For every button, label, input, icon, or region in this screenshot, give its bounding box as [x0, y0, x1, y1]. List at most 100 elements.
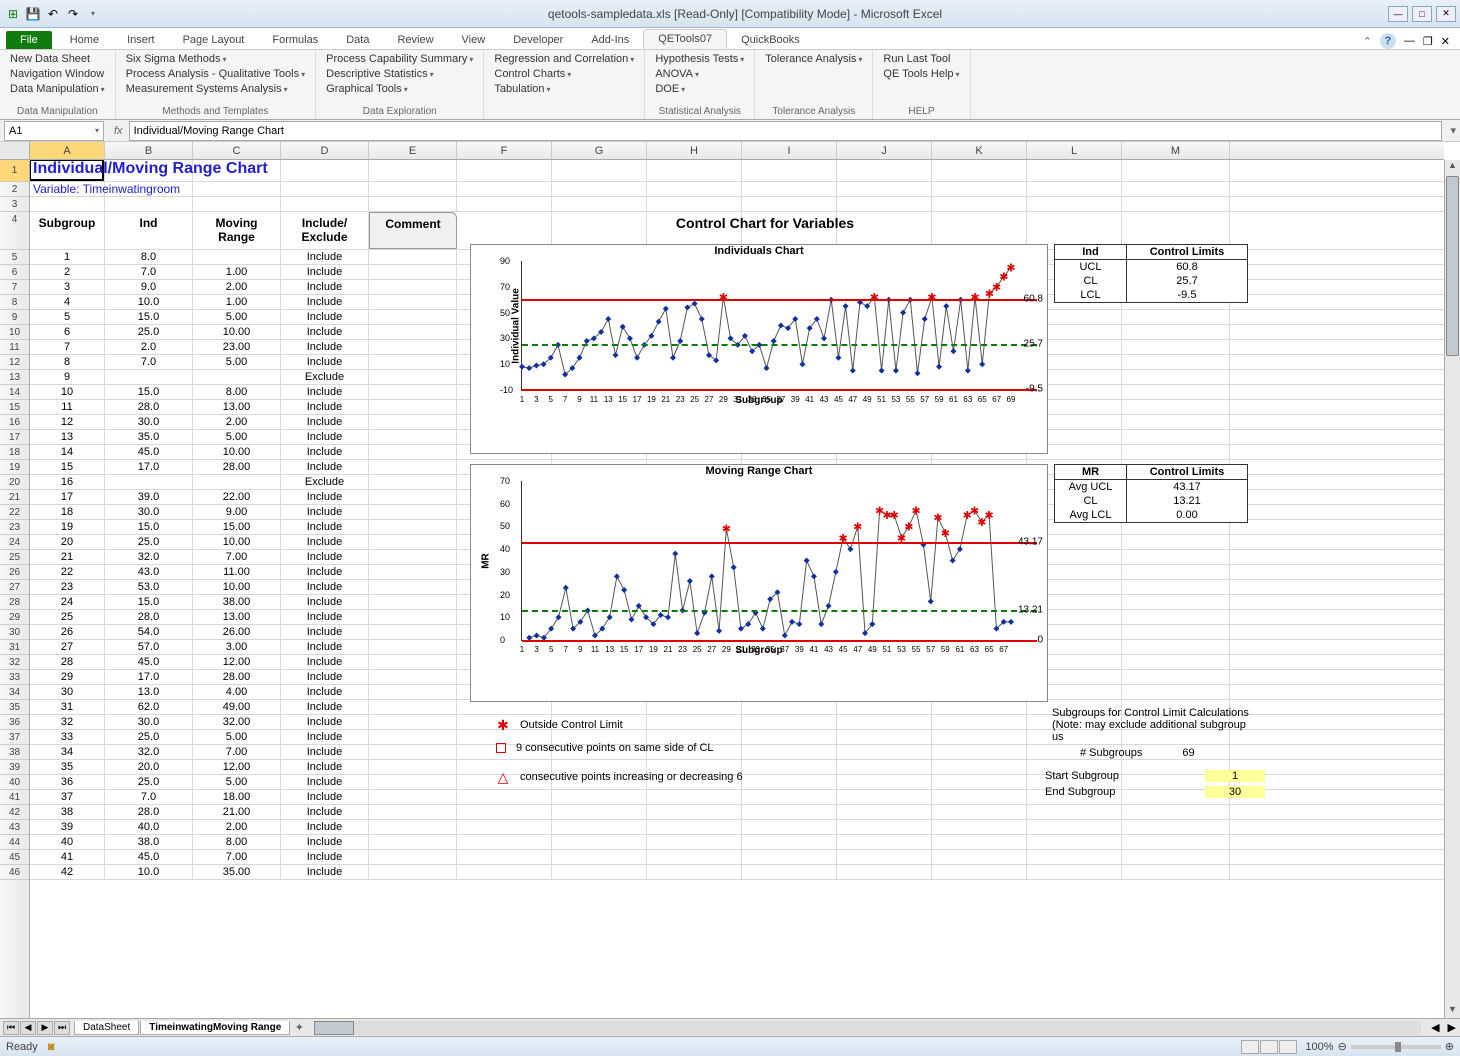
col-header-C[interactable]: C	[193, 142, 281, 159]
cell[interactable]: 5.00	[193, 355, 281, 369]
cell[interactable]: 35.00	[193, 865, 281, 879]
cell[interactable]: 31	[30, 700, 105, 714]
cell[interactable]	[1122, 805, 1230, 819]
row-header-12[interactable]: 12	[0, 355, 29, 370]
cell[interactable]: 39.0	[105, 490, 193, 504]
cell[interactable]: Include	[281, 295, 369, 309]
cell[interactable]: Include	[281, 835, 369, 849]
cell[interactable]: 38	[30, 805, 105, 819]
ribbon-tab-page-layout[interactable]: Page Layout	[169, 31, 259, 49]
cell[interactable]	[369, 535, 457, 549]
cell[interactable]: 28.00	[193, 460, 281, 474]
cell[interactable]: 30	[30, 685, 105, 699]
ribbon-item-hypothesis-tests[interactable]: Hypothesis Tests▾	[653, 52, 746, 66]
sheet-tab-datasheet[interactable]: DataSheet	[74, 1021, 139, 1035]
end-subgroup-value[interactable]: 30	[1205, 786, 1265, 798]
row-header-23[interactable]: 23	[0, 520, 29, 535]
close-button[interactable]: ✕	[1436, 6, 1456, 22]
cell[interactable]: 32	[30, 715, 105, 729]
cell[interactable]: 43.0	[105, 565, 193, 579]
cell[interactable]: 32.0	[105, 745, 193, 759]
cell[interactable]: 7.0	[105, 265, 193, 279]
cell[interactable]: 7.00	[193, 745, 281, 759]
cell[interactable]	[369, 565, 457, 579]
cell[interactable]: 33	[30, 730, 105, 744]
page-break-view-icon[interactable]	[1279, 1040, 1297, 1054]
cell[interactable]	[1122, 310, 1230, 324]
cell[interactable]: 24	[30, 595, 105, 609]
cell[interactable]	[932, 182, 1027, 196]
formula-expand-icon[interactable]: ▾	[1446, 124, 1460, 137]
cell[interactable]	[1027, 160, 1122, 181]
cell[interactable]	[457, 805, 552, 819]
cell[interactable]	[837, 160, 932, 181]
sheet-next-icon[interactable]: ▶	[37, 1021, 53, 1035]
cell[interactable]: Include/Exclude	[281, 212, 369, 249]
col-header-A[interactable]: A	[30, 142, 105, 159]
cell[interactable]: Include	[281, 445, 369, 459]
cell[interactable]	[742, 820, 837, 834]
cell[interactable]	[1122, 160, 1230, 181]
cell[interactable]	[837, 197, 932, 211]
cell[interactable]	[837, 850, 932, 864]
cell[interactable]: 38.00	[193, 595, 281, 609]
cell[interactable]	[1027, 820, 1122, 834]
cell[interactable]	[1122, 355, 1230, 369]
ribbon-item-regression-and-correlation[interactable]: Regression and Correlation▾	[492, 52, 636, 66]
cell[interactable]: 8.00	[193, 835, 281, 849]
cell[interactable]	[369, 715, 457, 729]
cell[interactable]: Include	[281, 400, 369, 414]
col-header-M[interactable]: M	[1122, 142, 1230, 159]
cell[interactable]: 35.0	[105, 430, 193, 444]
cell[interactable]	[552, 865, 647, 879]
cell[interactable]	[369, 400, 457, 414]
cell[interactable]: 2.0	[105, 340, 193, 354]
ribbon-minimize-icon[interactable]: ⌃	[1363, 35, 1372, 48]
cell[interactable]	[837, 745, 932, 759]
cell[interactable]	[932, 715, 1027, 729]
row-header-46[interactable]: 46	[0, 865, 29, 880]
formula-bar[interactable]: Individual/Moving Range Chart	[129, 121, 1443, 141]
cell[interactable]	[837, 715, 932, 729]
cell[interactable]	[1122, 550, 1230, 564]
hscroll-left-icon[interactable]: ◀	[1427, 1021, 1443, 1034]
cell[interactable]: 10.00	[193, 445, 281, 459]
ribbon-item-control-charts[interactable]: Control Charts▾	[492, 67, 636, 81]
cell[interactable]: 40	[30, 835, 105, 849]
cell[interactable]	[369, 775, 457, 789]
cell[interactable]: 38.0	[105, 835, 193, 849]
cell[interactable]: Include	[281, 670, 369, 684]
cell[interactable]: 62.0	[105, 700, 193, 714]
cell[interactable]: 10.0	[105, 295, 193, 309]
cell[interactable]	[369, 475, 457, 489]
cell[interactable]: 13.0	[105, 685, 193, 699]
cell[interactable]: 22.00	[193, 490, 281, 504]
cell[interactable]: 1.00	[193, 295, 281, 309]
cell[interactable]	[742, 197, 837, 211]
cell[interactable]: 18.00	[193, 790, 281, 804]
cell[interactable]	[457, 160, 552, 181]
cell[interactable]: 7.0	[105, 355, 193, 369]
cell[interactable]: 25.0	[105, 730, 193, 744]
cell[interactable]	[193, 370, 281, 384]
hscroll-right-icon[interactable]: ▶	[1444, 1021, 1460, 1034]
ribbon-tab-developer[interactable]: Developer	[499, 31, 577, 49]
sheet-first-icon[interactable]: ⏮	[3, 1021, 19, 1035]
minimize-button[interactable]: —	[1388, 6, 1408, 22]
cell[interactable]: 53.0	[105, 580, 193, 594]
row-header-45[interactable]: 45	[0, 850, 29, 865]
cell[interactable]	[552, 182, 647, 196]
cell[interactable]: 7.00	[193, 850, 281, 864]
cell[interactable]	[932, 197, 1027, 211]
cell[interactable]: 10	[30, 385, 105, 399]
cell[interactable]	[837, 790, 932, 804]
col-header-F[interactable]: F	[457, 142, 552, 159]
ribbon-tab-file[interactable]: File	[6, 31, 52, 49]
cell[interactable]	[1122, 325, 1230, 339]
cell[interactable]	[742, 865, 837, 879]
cell[interactable]	[932, 850, 1027, 864]
cell[interactable]: 28.0	[105, 805, 193, 819]
cell[interactable]	[1122, 415, 1230, 429]
cell[interactable]	[369, 325, 457, 339]
cell[interactable]	[369, 550, 457, 564]
